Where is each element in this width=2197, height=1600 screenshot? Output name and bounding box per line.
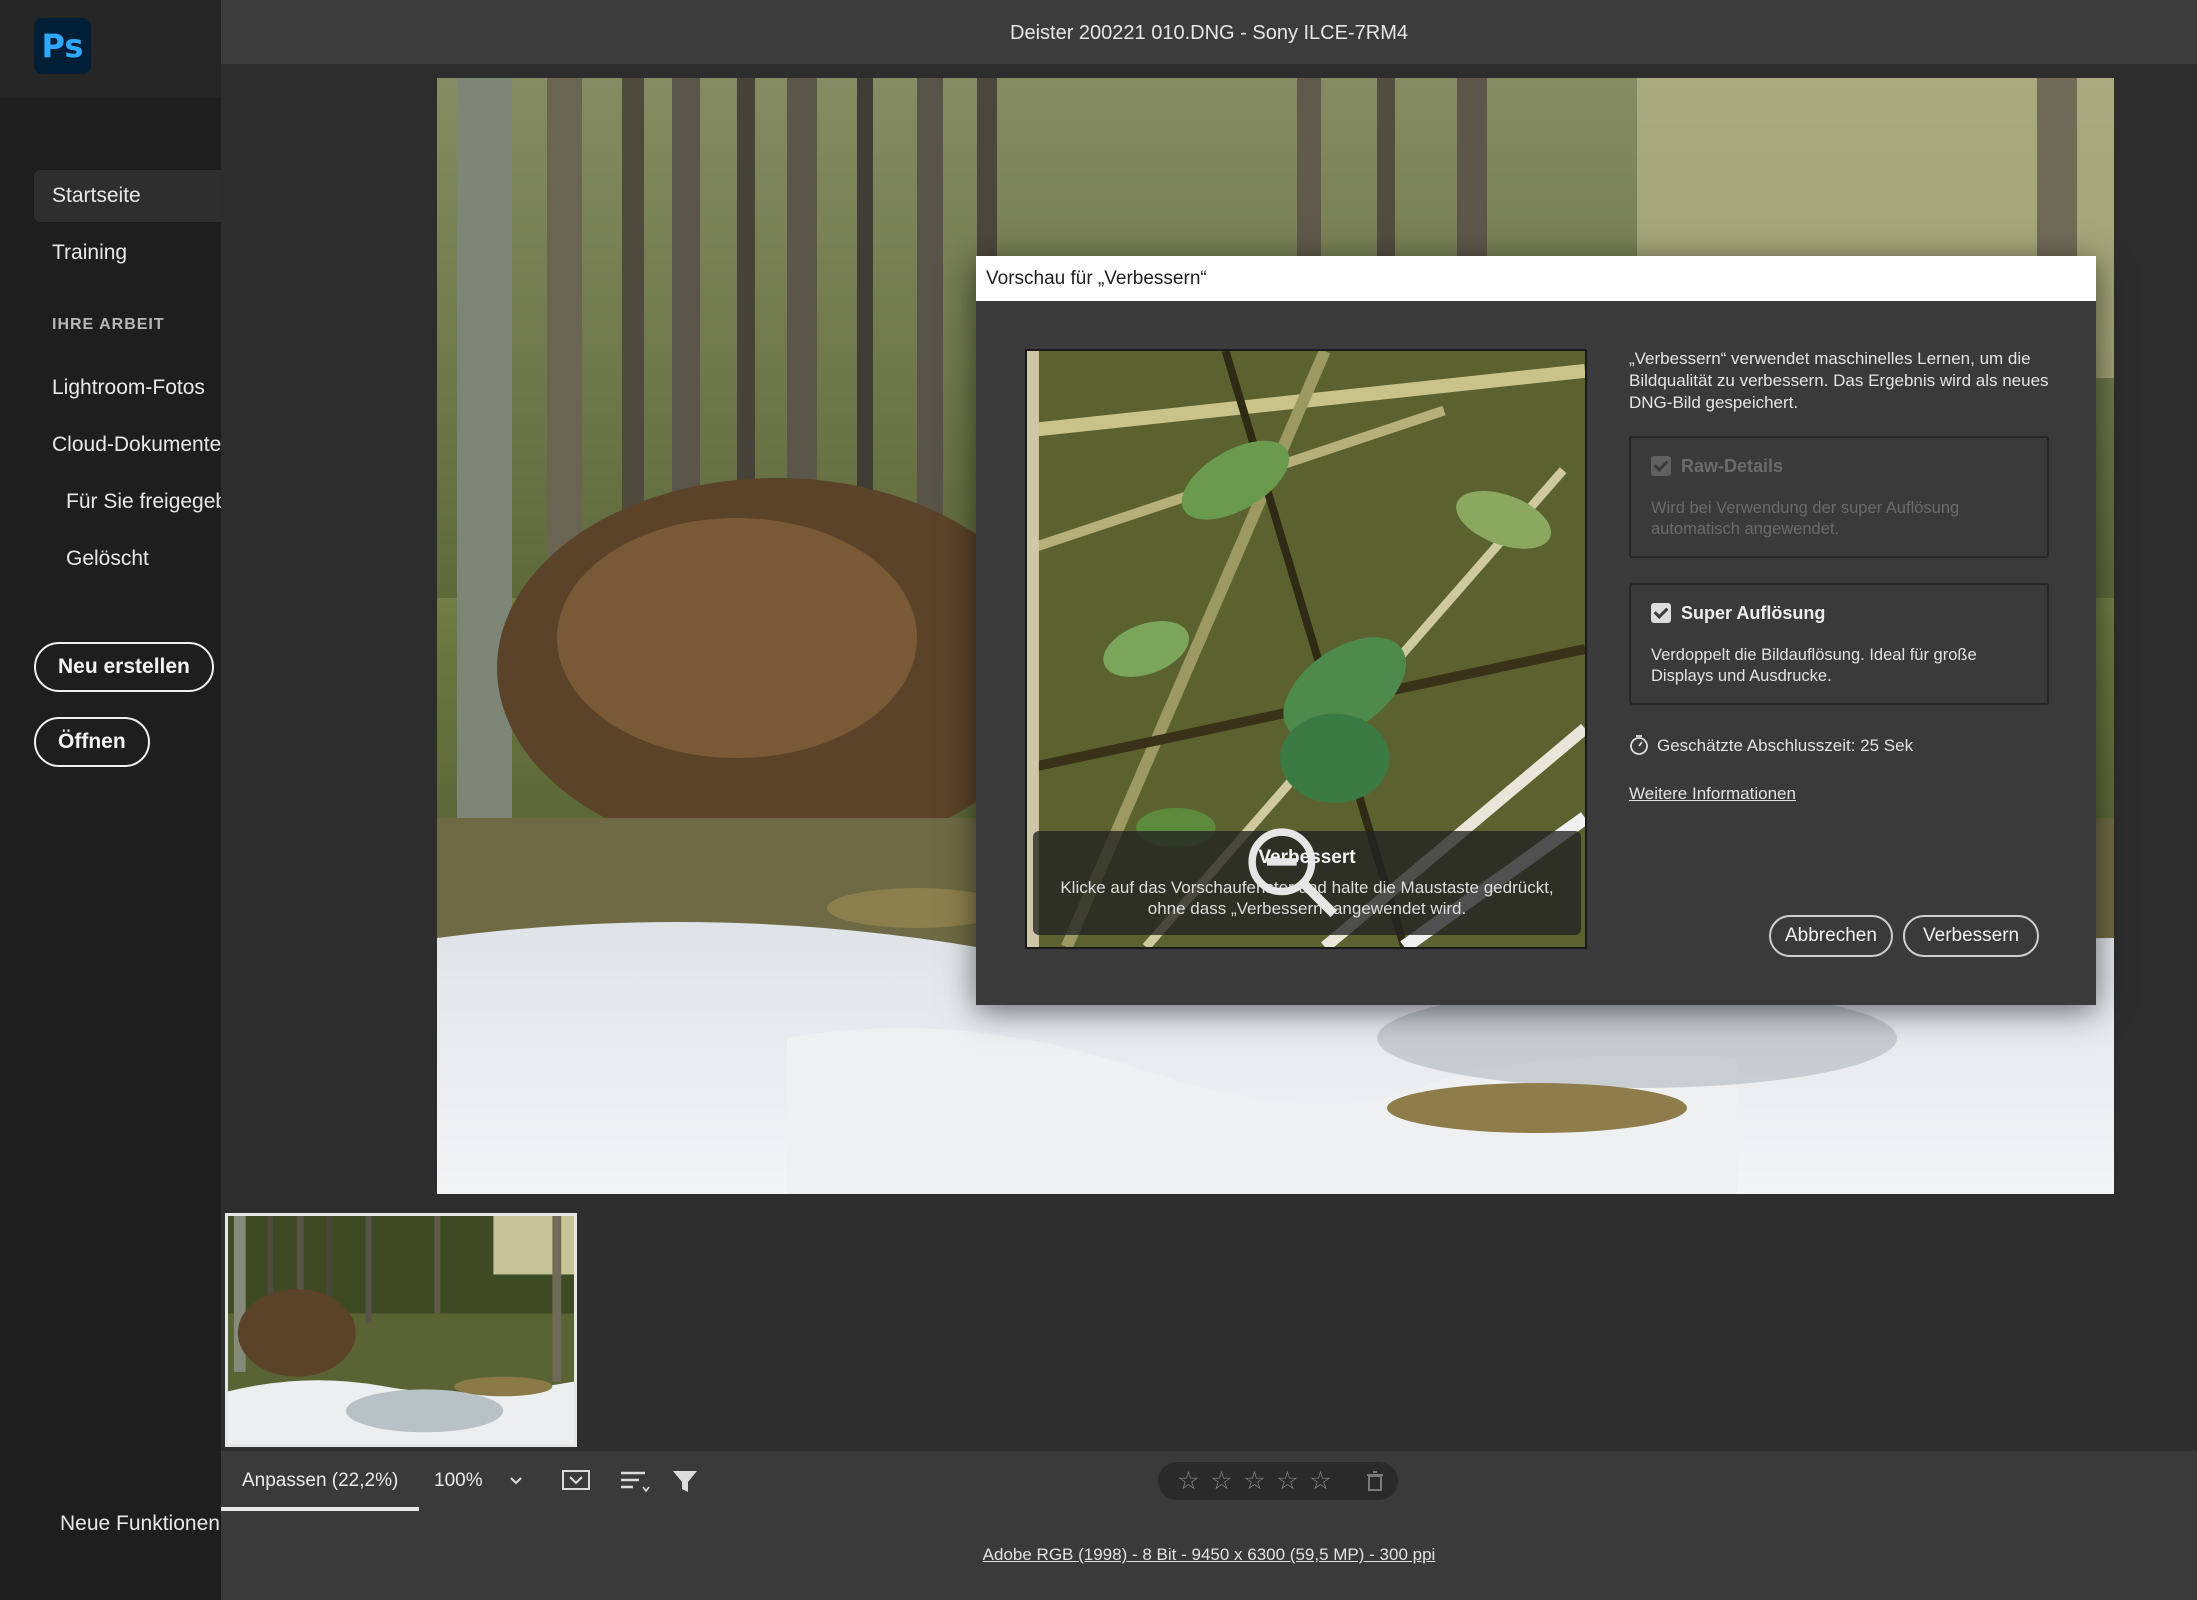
new-button[interactable]: Neu erstellen [34,642,214,692]
enhance-preview-window[interactable]: Verbessert Klicke auf das Vorschaufenste… [1025,349,1587,949]
preview-caption: Verbessert Klicke auf das Vorschaufenste… [1033,828,1581,935]
dialog-title: Vorschau für „Verbessern“ [976,256,2096,301]
star-4-icon[interactable]: ☆ [1271,1462,1304,1500]
open-button[interactable]: Öffnen [34,717,150,767]
zoom-fit-button[interactable]: Anpassen (22,2%) [242,1451,398,1511]
estimated-time-text: Geschätzte Abschlusszeit: 25 Sek [1657,736,1914,755]
sidebar-item-startseite[interactable]: Startseite [34,170,221,222]
sidebar-item-geloescht[interactable]: Gelöscht [66,533,149,585]
document-title-bar: Deister 200221 010.DNG - Sony ILCE-7RM4 [221,0,2197,64]
filmstrip [221,1206,2197,1451]
status-bar: Adobe RGB (1998) - 8 Bit - 9450 x 6300 (… [221,1511,2197,1600]
more-info-link[interactable]: Weitere Informationen [1629,784,1796,804]
super-resolution-checkbox[interactable] [1651,603,1671,623]
enhance-button[interactable]: Verbessern [1903,915,2040,957]
zoom-out-icon[interactable] [1025,821,1567,925]
sort-icon[interactable] [617,1465,651,1497]
star-5-icon[interactable]: ☆ [1304,1462,1337,1500]
zoom-percent-button[interactable]: 100% [434,1451,483,1511]
option-super-resolution-header[interactable]: Super Auflösung [1651,603,1825,624]
filmstrip-thumbnail[interactable] [225,1213,577,1447]
sidebar-item-cloud-dokumente[interactable]: Cloud-Dokumente [52,419,221,471]
enhance-preview-dialog: Vorschau für „Verbessern“ Verbessert Kli… [976,256,2096,1005]
star-3-icon[interactable]: ☆ [1238,1462,1271,1500]
rating-stars: ☆ ☆ ☆ ☆ ☆ [1158,1462,1398,1500]
dialog-description: „Verbessern“ verwendet maschinelles Lern… [1629,349,2049,412]
option-raw-details: Raw-Details Wird bei Verwendung der supe… [1629,436,2049,558]
raw-details-description: Wird bei Verwendung der super Auflösung … [1651,499,1960,538]
save-to-gallery-icon[interactable] [560,1465,594,1497]
star-1-icon[interactable]: ☆ [1172,1462,1205,1500]
star-2-icon[interactable]: ☆ [1205,1462,1238,1500]
estimated-time: Geschätzte Abschlusszeit: 25 Sek [1629,734,1913,756]
raw-details-checkbox [1651,456,1671,476]
document-title: Deister 200221 010.DNG - Sony ILCE-7RM4 [1010,22,1408,44]
super-resolution-label: Super Auflösung [1681,603,1826,623]
photoshop-logo[interactable]: Ps [34,18,91,74]
trash-icon[interactable] [1366,1471,1384,1491]
option-raw-details-header: Raw-Details [1651,456,1783,477]
raw-details-label: Raw-Details [1681,456,1784,476]
home-sidebar: Ps Startseite Training IHRE ARBEIT Light… [0,0,221,1600]
stopwatch-icon [1630,735,1648,755]
sidebar-item-fuer-sie-freigegeben[interactable]: Für Sie freigegeben [66,476,221,528]
sidebar-item-lightroom-fotos[interactable]: Lightroom-Fotos [52,362,205,414]
cancel-button[interactable]: Abbrechen [1769,915,1893,957]
logo-area: Ps [0,0,221,98]
super-resolution-description: Verdoppelt die Bildauflösung. Ideal für … [1651,646,1977,685]
section-heading-ihre-arbeit: IHRE ARBEIT [52,316,165,333]
file-info-link[interactable]: Adobe RGB (1998) - 8 Bit - 9450 x 6300 (… [221,1545,2197,1565]
bottom-toolbar: Anpassen (22,2%) 100% ☆ ☆ ☆ ☆ ☆ [221,1451,2197,1511]
option-super-resolution[interactable]: Super Auflösung Verdoppelt die Bildauflö… [1629,583,2049,705]
new-features-link[interactable]: Neue Funktionen [60,1512,220,1536]
zoom-dropdown-chevron-icon[interactable] [509,1469,523,1493]
sidebar-item-training[interactable]: Training [52,227,127,279]
filter-icon[interactable] [669,1465,703,1497]
